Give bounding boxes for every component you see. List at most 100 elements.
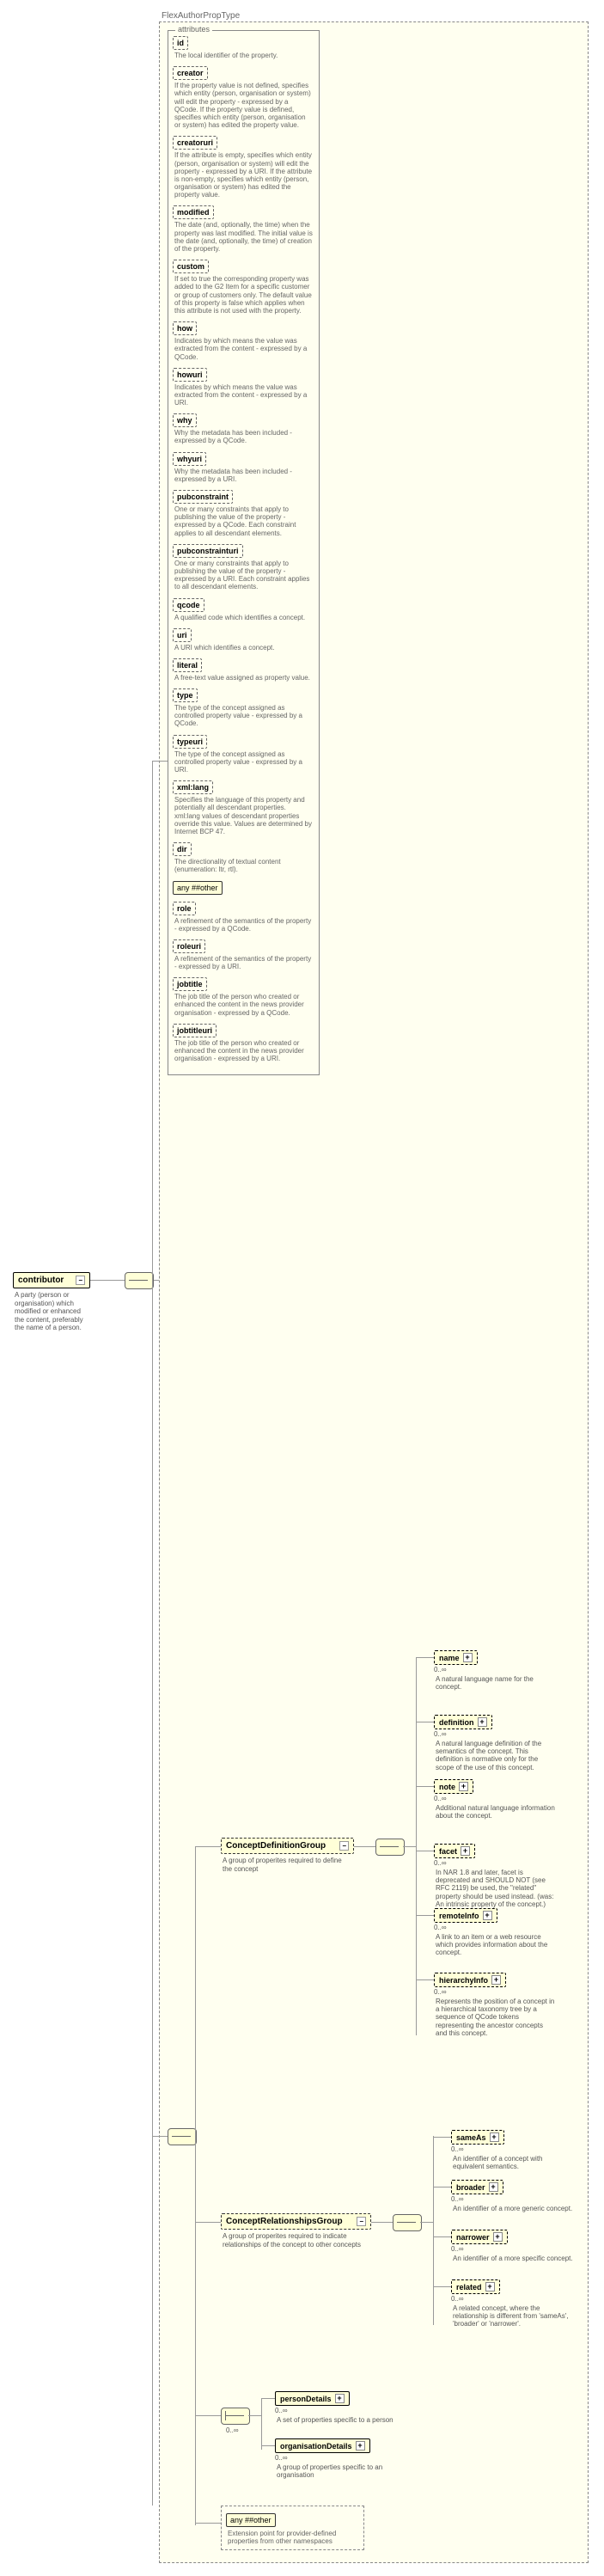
attr-role: role A refinement of the semantics of the… [173,902,314,933]
group-def-desc: A group of properites required to define… [221,1857,354,1873]
root-desc: A party (person or organisation) which m… [13,1291,90,1332]
attr-desc: The date (and, optionally, the time) whe… [173,221,314,253]
collapse-icon[interactable]: − [76,1276,85,1285]
attr-title[interactable]: dir [173,842,192,856]
cardinality: 0..∞ [451,2295,575,2303]
sequence-connector [125,1272,154,1289]
expand-icon[interactable]: + [463,1653,473,1662]
child-facet[interactable]: facet +0..∞In NAR 1.8 and later, facet i… [434,1844,558,1908]
attributes-label: attributes [175,25,212,34]
attr-pubconstrainturi: pubconstrainturiOne or many constraints … [173,544,314,591]
expand-icon[interactable]: + [485,2282,495,2291]
attr-title[interactable]: whyuri [173,452,206,466]
attr-literal: literal A free-text value assigned as pro… [173,658,314,682]
attr-title[interactable]: qcode [173,598,204,612]
attr-title[interactable]: roleuri [173,939,205,953]
attr-desc: Indicates by which means the value was e… [173,383,314,407]
attr-title[interactable]: pubconstrainturi [173,544,243,558]
attr-desc: A URI which identifies a concept. [173,644,314,652]
attr-title[interactable]: jobtitleuri [173,1024,217,1037]
attr-desc: The local identifier of the property. [173,52,314,59]
attr-creatoruri: creatoruriIf the attribute is empty, spe… [173,136,314,199]
group-rel-desc: A group of properites required to indica… [221,2232,371,2249]
child-sameAs[interactable]: sameAs +0..∞An identifier of a concept w… [451,2130,575,2170]
attr-desc: Indicates by which means the value was e… [173,337,314,361]
expand-icon[interactable]: + [483,1911,492,1920]
attr-title[interactable]: xml:lang [173,780,213,794]
root-element[interactable]: contributor − A party (person or organis… [13,1272,90,1332]
choice-cardinality: 0..∞ [226,2426,239,2434]
attr-title[interactable]: how [173,321,197,335]
cardinality: 0..∞ [451,2145,575,2153]
def-sequence-connector [375,1839,405,1856]
concept-definition-group[interactable]: ConceptDefinitionGroup − A group of prop… [221,1838,354,1873]
expand-icon[interactable]: + [491,1975,501,1985]
child-definition[interactable]: definition +0..∞A natural language defin… [434,1715,558,1771]
attr-title[interactable]: typeuri [173,735,207,749]
cardinality: 0..∞ [275,2407,395,2414]
attr-desc: A refinement of the semantics of the pro… [173,917,314,933]
expand-icon[interactable]: + [490,2132,499,2142]
attr-desc: The type of the concept assigned as cont… [173,704,314,728]
attr-title[interactable]: creator [173,66,208,80]
attr-desc: A refinement of the semantics of the pro… [173,955,314,970]
attr-why: whyWhy the metadata has been included - … [173,413,314,444]
collapse-icon[interactable]: − [339,1841,349,1851]
attr-title[interactable]: role [173,902,196,915]
attr-how: how Indicates by which means the value wa… [173,321,314,361]
attr-title[interactable]: uri [173,628,192,642]
expand-icon[interactable]: + [489,2182,498,2192]
attr-desc: A qualified code which identifies a conc… [173,614,314,621]
attr-desc: A free-text value assigned as property v… [173,674,314,682]
rel-sequence-connector [393,2214,422,2231]
child-desc: A related concept, where the relationshi… [451,2304,575,2328]
attr-pubconstraint: pubconstraintOne or many constraints tha… [173,490,314,537]
attr-desc: Specifies the language of this property … [173,796,314,835]
expand-icon[interactable]: + [356,2441,365,2451]
child-hierarchyInfo[interactable]: hierarchyInfo +0..∞Represents the positi… [434,1973,558,2037]
attr-title[interactable]: howuri [173,368,207,382]
attr-title[interactable]: modified [173,205,214,219]
attr-title[interactable]: id [173,36,188,50]
attr-jobtitleuri: jobtitleuriThe job title of the person w… [173,1024,314,1063]
child-remoteInfo[interactable]: remoteInfo +0..∞A link to an item or a w… [434,1908,558,1957]
group-rel-name: ConceptRelationshipsGroup [226,2217,343,2226]
attr-qcode: qcode A qualified code which identifies a… [173,598,314,621]
expand-icon[interactable]: + [478,1717,487,1727]
child-broader[interactable]: broader +0..∞An identifier of a more gen… [451,2180,574,2212]
child-narrower[interactable]: narrower +0..∞An identifier of a more sp… [451,2230,575,2262]
attr-title[interactable]: literal [173,658,202,672]
child-note[interactable]: note +0..∞Additional natural language in… [434,1779,558,1820]
attr-desc: Why the metadata has been included - exp… [173,468,314,483]
attr-id: id The local identifier of the property. [173,36,314,59]
attr-title[interactable]: custom [173,260,209,273]
child-organisationDetails[interactable]: organisationDetails +0..∞A group of prop… [275,2438,399,2479]
expand-icon[interactable]: + [335,2394,345,2403]
cardinality: 0..∞ [434,1730,558,1738]
attr-desc: If set to true the corresponding propert… [173,275,314,315]
child-personDetails[interactable]: personDetails +0..∞A set of properties s… [275,2391,395,2424]
attributes-container: attributes idThe local identifier of the… [168,30,320,1075]
collapse-icon[interactable]: − [357,2217,366,2226]
child-desc: Represents the position of a concept in … [434,1998,558,2037]
child-related[interactable]: related +0..∞A related concept, where th… [451,2279,575,2328]
expand-icon[interactable]: + [493,2232,503,2242]
extension-desc: Extension point for provider-defined pro… [226,2530,359,2545]
attr-any-other[interactable]: any ##other [173,881,223,895]
attr-title[interactable]: type [173,688,198,702]
attr-title[interactable]: creatoruri [173,136,217,150]
child-desc: An identifier of a more generic concept. [451,2205,574,2212]
child-desc: An identifier of a concept with equivale… [451,2155,575,2170]
expand-icon[interactable]: + [461,1846,470,1856]
attr-title[interactable]: jobtitle [173,977,207,991]
attr-xmllang: xml:lang Specifies the language of this p… [173,780,314,835]
attr-title[interactable]: why [173,413,197,427]
attr-uri: uri A URI which identifies a concept. [173,628,314,652]
expand-icon[interactable]: + [459,1782,468,1791]
child-name[interactable]: name +0..∞A natural language name for th… [434,1650,558,1691]
cardinality: 0..∞ [451,2245,575,2253]
extension-any[interactable]: any ##other [226,2513,276,2527]
cardinality: 0..∞ [434,1666,558,1673]
attr-title[interactable]: pubconstraint [173,490,233,504]
concept-relationships-group[interactable]: ConceptRelationshipsGroup − A group of p… [221,2213,371,2249]
